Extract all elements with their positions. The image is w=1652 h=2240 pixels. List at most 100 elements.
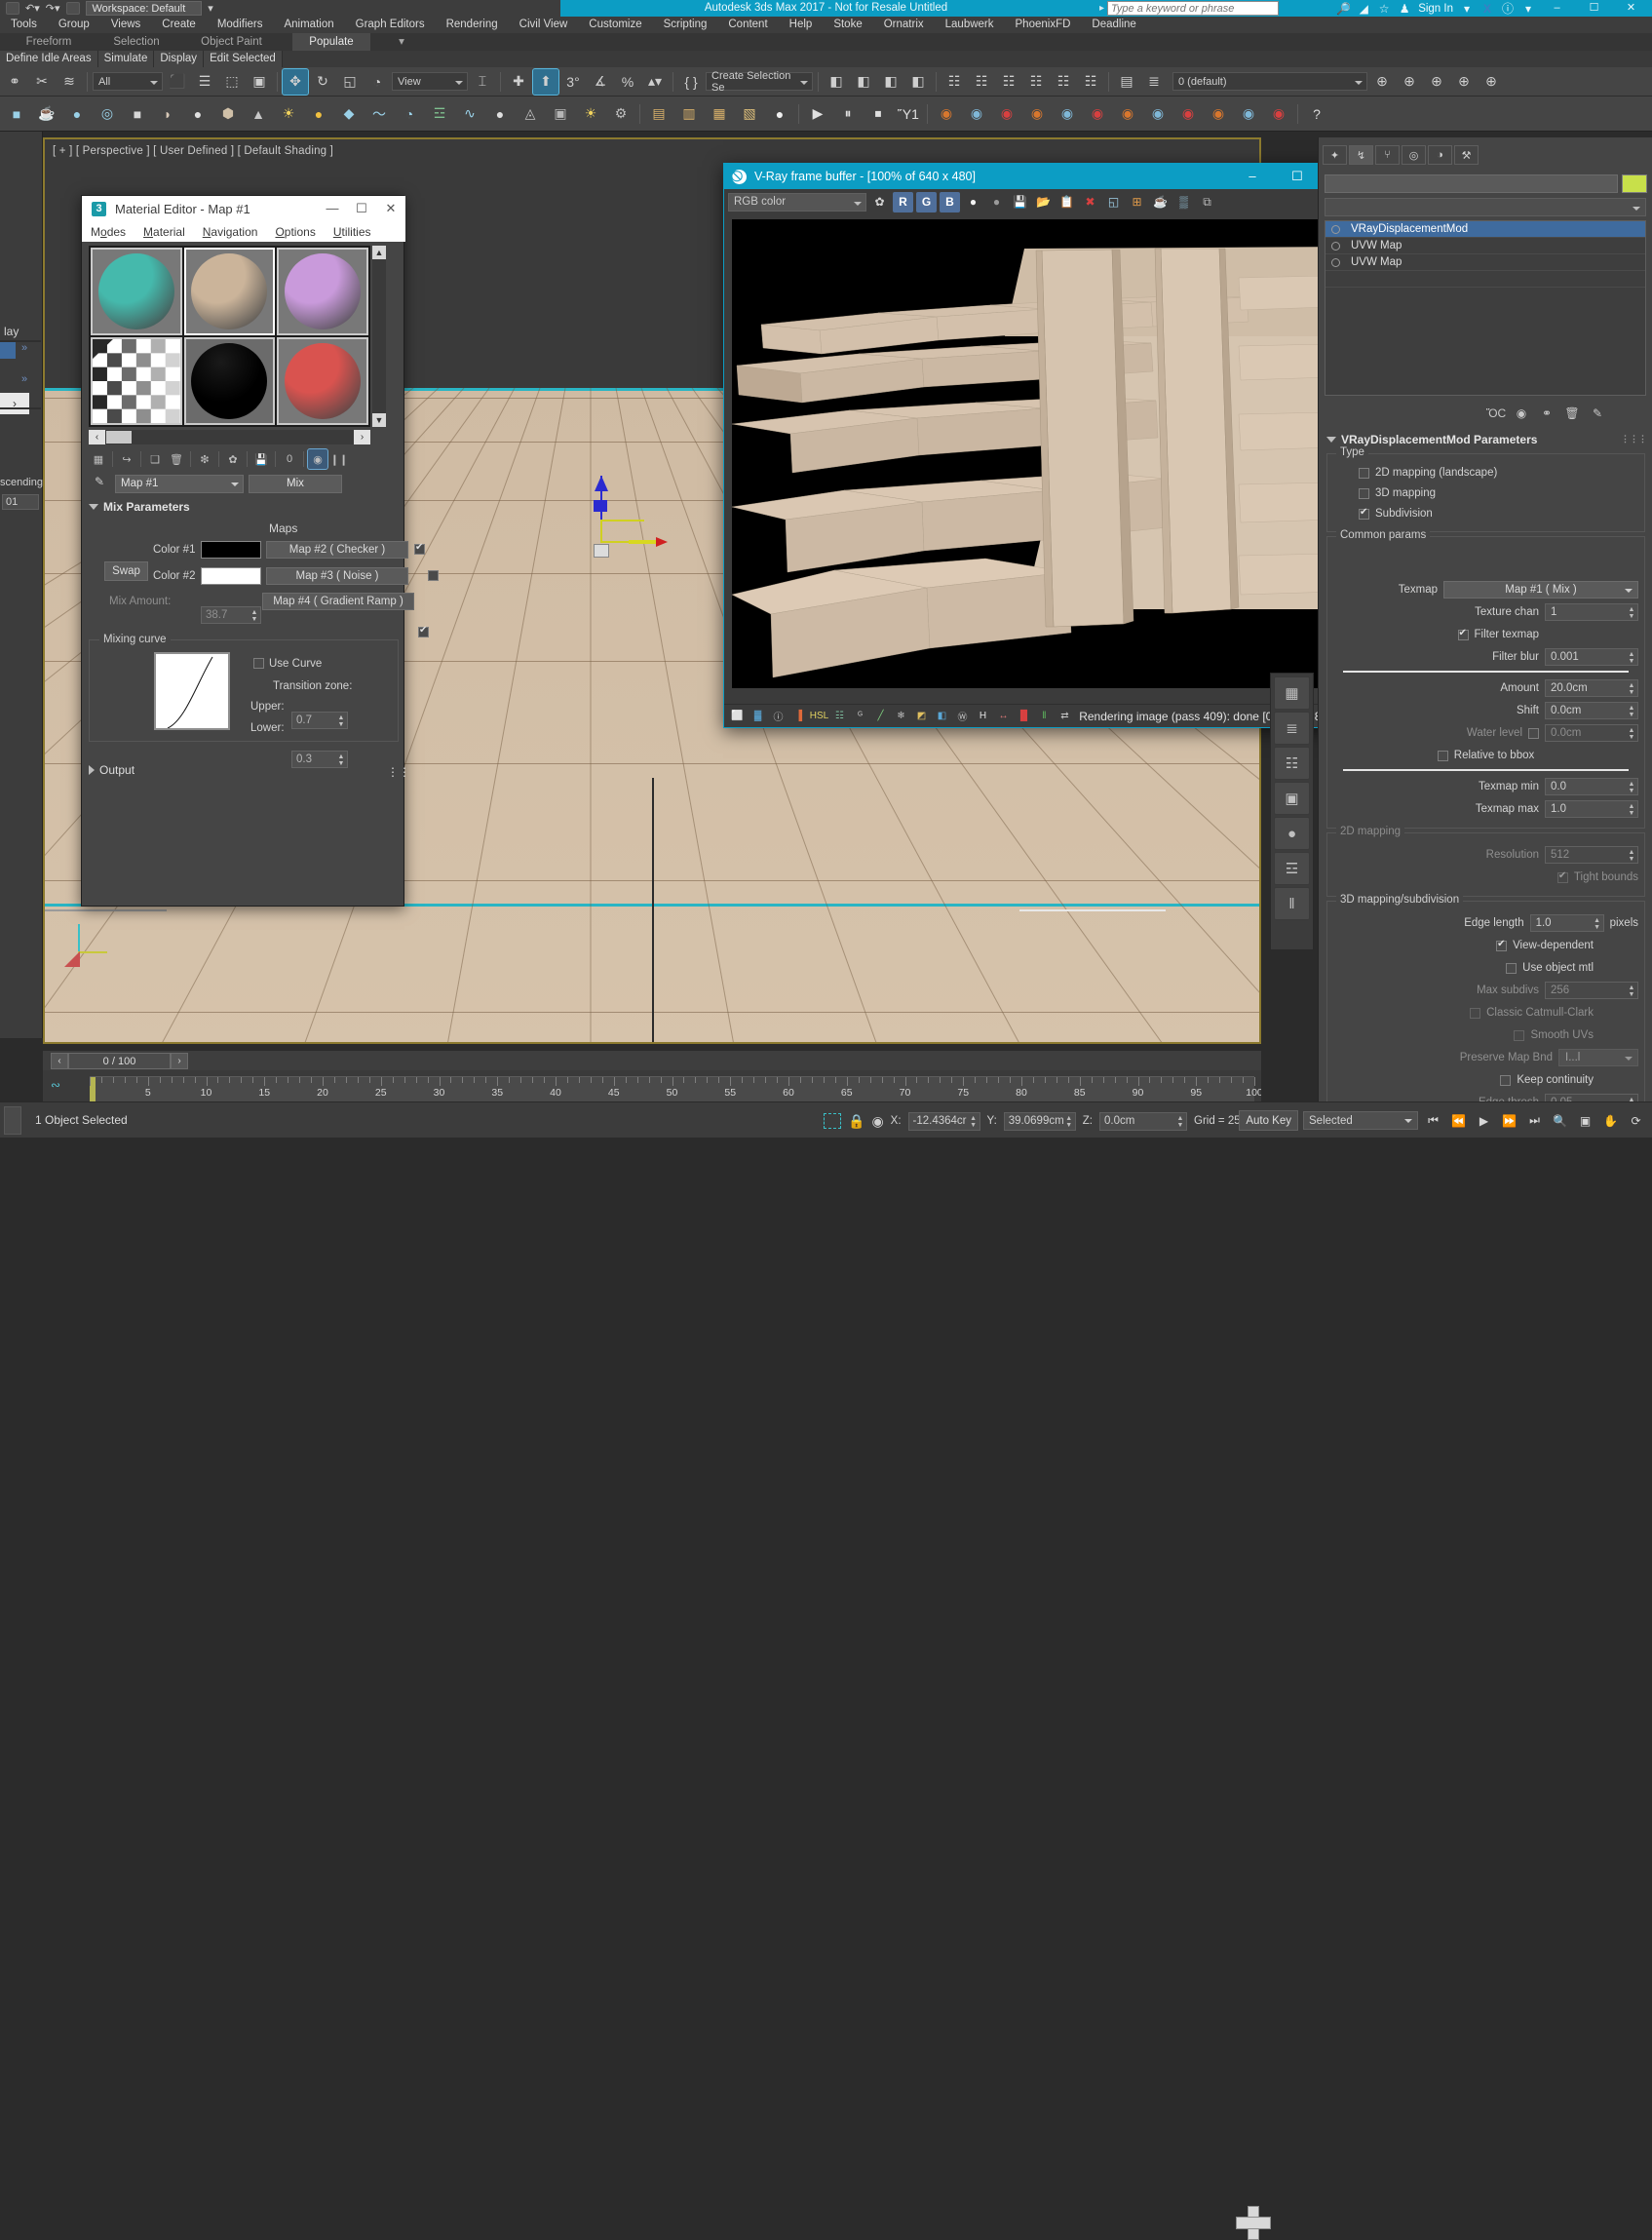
menu-item-tools[interactable]: Tools — [0, 17, 48, 33]
texmap-button[interactable]: Map #1 ( Mix ) — [1443, 581, 1638, 599]
me-menu-modes[interactable]: Modes — [82, 225, 134, 239]
z-spinner-icon[interactable]: ▲ ▼ — [1176, 1115, 1184, 1129]
menu-item-phoenixfd[interactable]: PhoenixFD — [1005, 17, 1082, 33]
water-level-checkbox[interactable] — [1528, 727, 1539, 739]
relative-bbox-checkbox[interactable] — [1437, 750, 1448, 761]
vfb-minimize-button[interactable]: – — [1230, 164, 1275, 189]
curve-editor-icon-small[interactable]: ∾ — [51, 1078, 60, 1092]
x-spinner-icon[interactable]: ▲ ▼ — [970, 1115, 978, 1129]
material-slot-red[interactable] — [277, 337, 368, 425]
classic-catmull-checkbox[interactable] — [1470, 1007, 1481, 1019]
schematic-view-icon[interactable]: ☷ — [1051, 69, 1076, 95]
spinner-icon-2[interactable]: ▲ ▼ — [1628, 651, 1635, 665]
me-put-to-scene-icon[interactable]: ↪ — [117, 449, 136, 469]
value-field[interactable]: 01 — [2, 494, 39, 510]
spinner-icon-7[interactable]: ▲ ▼ — [1628, 803, 1635, 817]
x-axis[interactable] — [600, 520, 644, 521]
me-show-in-viewport-icon[interactable]: 0 — [280, 449, 299, 469]
camera-icon[interactable]: ▣ — [546, 99, 575, 129]
map4-enabled-checkbox[interactable] — [418, 625, 429, 637]
vfb-color-curve-icon[interactable]: ☷ — [831, 708, 848, 724]
type-radio-2d[interactable] — [1359, 467, 1369, 479]
sign-in-button[interactable]: Sign In — [1418, 3, 1453, 15]
material-slot-teal[interactable] — [91, 248, 182, 335]
grass-icon[interactable]: ☲ — [425, 99, 454, 129]
me-reset-map-icon[interactable]: 🗑 — [167, 449, 186, 469]
vfb-hue-saturation-icon[interactable]: Ⓦ — [954, 708, 971, 724]
tube-icon[interactable]: ▲ — [244, 99, 273, 129]
rp-configure-sets-icon[interactable]: ✎ — [1588, 405, 1607, 422]
vray-toolbar-icon-3[interactable]: ◉ — [992, 99, 1021, 129]
vfb-color-channels-icon[interactable]: ✿ — [869, 192, 890, 212]
vfb-horizontal-flip-icon[interactable]: ⇄ — [1057, 708, 1073, 724]
menu-item-ornatrix[interactable]: Ornatrix — [873, 17, 935, 33]
save-icon[interactable] — [6, 2, 19, 15]
modifier-stack-row[interactable]: VRayDisplacementMod — [1325, 221, 1645, 238]
key-filter-select[interactable]: Selected — [1303, 1111, 1418, 1130]
material-slot-black[interactable] — [183, 337, 276, 425]
spinner-icon-8[interactable]: ▲ ▼ — [1628, 849, 1635, 863]
spinner-icon-10[interactable]: ▲ ▼ — [1628, 985, 1635, 998]
use-object-mtl-checkbox[interactable] — [1506, 962, 1518, 974]
unlink-icon[interactable]: ✂ — [29, 69, 55, 95]
select-and-rotate-icon[interactable]: ↻ — [310, 69, 335, 95]
ribbon-tab-selection[interactable]: Selection — [97, 33, 175, 51]
cloth-icon[interactable]: ◬ — [516, 99, 545, 129]
menu-item-views[interactable]: Views — [100, 17, 151, 33]
select-by-name-icon[interactable]: ☰ — [192, 69, 217, 95]
material-slots-grid[interactable] — [89, 246, 370, 427]
bind-space-warp-icon[interactable]: ≋ — [57, 69, 82, 95]
menu-item-help[interactable]: Help — [779, 17, 824, 33]
vfb-monochrome-icon[interactable]: ● — [986, 192, 1007, 212]
set-project-icon[interactable] — [65, 2, 80, 15]
menu-item-modifiers[interactable]: Modifiers — [207, 17, 274, 33]
rp-show-end-result-icon[interactable]: ◉ — [1512, 405, 1531, 422]
me-put-to-library-icon[interactable]: ✿ — [223, 449, 243, 469]
cylinder-icon[interactable]: ◗ — [153, 99, 182, 129]
modifier-toggle-icon[interactable] — [1331, 258, 1340, 267]
me-minimize-button[interactable]: — — [318, 196, 347, 221]
texture-chan-field[interactable]: 1 ▲ ▼ — [1545, 603, 1638, 621]
layer-color-icon[interactable]: ⊕ — [1424, 69, 1449, 95]
mix-parameters-header[interactable]: Mix Parameters — [89, 498, 399, 515]
pan-icon[interactable]: ✋ — [1600, 1110, 1621, 1131]
scene-explorer-icon[interactable]: ☷ — [969, 69, 994, 95]
named-selection-set-combo[interactable]: Create Selection Se — [706, 70, 813, 94]
menu-item-deadline[interactable]: Deadline — [1081, 17, 1146, 33]
content-browser-icon[interactable]: ☷ — [1078, 69, 1103, 95]
next-frame-icon[interactable]: ⏩ — [1499, 1110, 1519, 1131]
go-to-start-icon[interactable]: ⏮ — [1423, 1110, 1443, 1131]
expand-arrow-button[interactable]: › — [0, 393, 29, 414]
curve-editor-icon[interactable]: ☷ — [1023, 69, 1049, 95]
menu-item-group[interactable]: Group — [48, 17, 100, 33]
vfb-srgb-icon[interactable]: ▓ — [749, 708, 766, 724]
spinner-icon-9[interactable]: ▲ ▼ — [1594, 917, 1601, 931]
go-to-end-icon[interactable]: ⏭ — [1524, 1110, 1545, 1131]
vfb-save-image-icon[interactable]: 💾 — [1010, 192, 1030, 212]
place-icon[interactable]: ◔ — [365, 69, 390, 95]
add-layer-icon[interactable]: ⊕ — [1369, 69, 1395, 95]
light-bulb-icon[interactable]: ☀ — [576, 99, 605, 129]
layer-down-icon[interactable]: ⊕ — [1397, 69, 1422, 95]
menu-item-graph-editors[interactable]: Graph Editors — [345, 17, 436, 33]
type-radio-subdivision[interactable] — [1359, 507, 1369, 520]
vfb-histogram-icon[interactable]: ‖ — [1036, 708, 1053, 724]
light-icon[interactable]: ⊕ — [1451, 69, 1477, 95]
ribbon-button-display[interactable]: Display — [154, 51, 205, 67]
me-go-to-parent-icon[interactable]: ❙❙ — [329, 449, 349, 469]
scroll-down-button[interactable]: ▼ — [372, 413, 386, 427]
rendered-frame-icon[interactable]: ▥ — [674, 99, 704, 129]
amount-field[interactable]: 20.0cm ▲ ▼ — [1545, 679, 1638, 697]
auto-key-button[interactable]: Auto Key — [1239, 1110, 1298, 1131]
modifier-toggle-icon[interactable] — [1331, 242, 1340, 251]
hscroll-left-button[interactable]: ‹ — [89, 430, 105, 444]
edge-length-field[interactable]: 1.0 ▲ ▼ — [1529, 914, 1604, 932]
strip-quad-menu-icon[interactable]: ▦ — [1274, 676, 1310, 710]
me-menu-navigation[interactable]: Navigation — [194, 225, 267, 239]
me-menu-utilities[interactable]: Utilities — [325, 225, 380, 239]
previous-frame-icon[interactable]: ⏪ — [1448, 1110, 1469, 1131]
rp-pin-stack-icon[interactable]: ὌC — [1486, 405, 1506, 422]
ribbon-options-dropdown-icon[interactable]: ▾ — [385, 33, 418, 51]
orbit-icon[interactable]: ⟳ — [1626, 1110, 1646, 1131]
upper-field[interactable]: 0.7 ▲ ▼ — [291, 712, 348, 729]
